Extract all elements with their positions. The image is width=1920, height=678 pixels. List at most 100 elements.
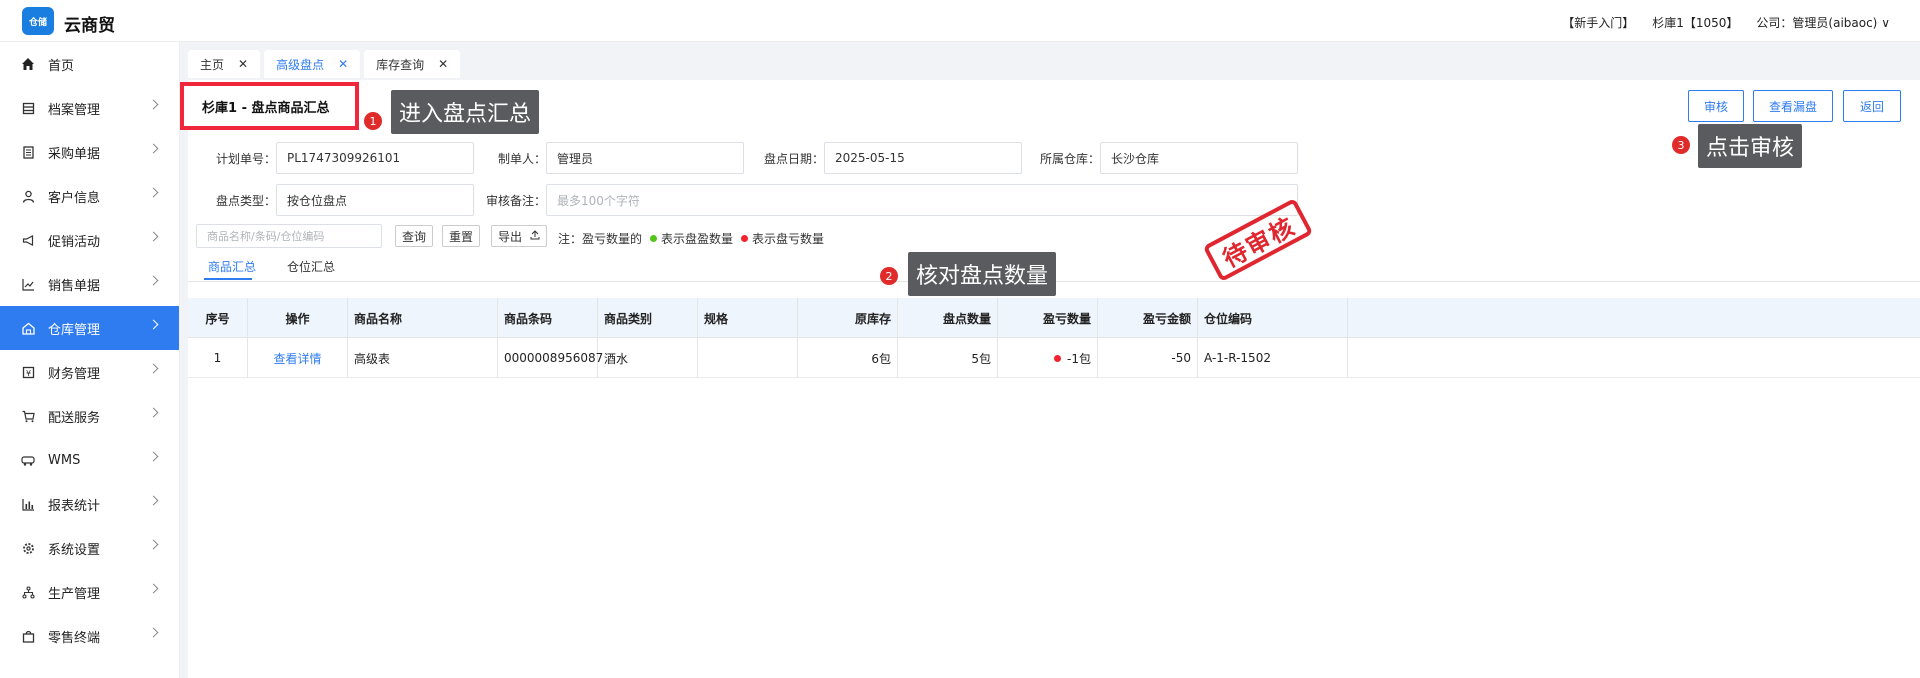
col-header-index: 序号: [188, 298, 248, 338]
warehouse-icon: [20, 320, 36, 336]
sidebar-item-label: 销售单据: [48, 278, 101, 294]
annotation-callout-1: 进入盘点汇总: [391, 90, 540, 134]
sidebar-item-label: 客户信息: [48, 190, 101, 206]
gear-icon: [20, 540, 36, 556]
table-header: 序号 操作 商品名称 商品条码 商品类别 规格 原库存 盘点数量 盈亏数量 盈亏…: [188, 298, 1920, 338]
document-icon: [20, 144, 36, 160]
user-icon: [20, 188, 36, 204]
tab-label: 库存查询: [376, 57, 425, 72]
sidebar-item-promotions[interactable]: 促销活动: [0, 218, 179, 262]
chevron-right-icon: [148, 451, 159, 462]
cell-index: 1: [188, 338, 248, 378]
sidebar-item-purchase[interactable]: 采购单据: [0, 130, 179, 174]
sidebar-item-finance[interactable]: ¥ 财务管理: [0, 350, 179, 394]
type-label: 盘点类型：: [215, 194, 276, 208]
sidebar-item-wms[interactable]: WMS: [0, 438, 179, 482]
flow-icon: [20, 584, 36, 600]
sidebar-item-delivery[interactable]: 配送服务: [0, 394, 179, 438]
cell-counted-qty: 5包: [898, 338, 998, 378]
close-icon[interactable]: ✕: [338, 57, 348, 71]
chevron-right-icon: [148, 407, 159, 418]
col-header-location: 仓位编码: [1198, 298, 1348, 338]
sidebar-item-label: 采购单据: [48, 146, 101, 162]
sidebar-item-sales[interactable]: 销售单据: [0, 262, 179, 306]
table-row: 1 查看详情 高级表 0000008956087 酒水 6包 5包 -1包 -5…: [188, 338, 1920, 378]
remark-field[interactable]: 最多100个字符: [546, 184, 1298, 216]
sidebar-item-settings[interactable]: 系统设置: [0, 526, 179, 570]
cell-diff-amount: -50: [1098, 338, 1198, 378]
col-header-original-stock: 原库存: [798, 298, 898, 338]
svg-text:¥: ¥: [25, 369, 30, 378]
page-title-text: 杉庫1 - 盘点商品汇总: [202, 100, 330, 116]
tab-home[interactable]: 主页 ✕: [188, 50, 261, 78]
sidebar-item-archive[interactable]: 档案管理: [0, 86, 179, 130]
sidebar-item-label: 生产管理: [48, 586, 101, 602]
export-button[interactable]: 导出: [491, 225, 548, 247]
app-logo[interactable]: 仓储: [22, 7, 54, 35]
chevron-right-icon: [148, 143, 159, 154]
col-header-name: 商品名称: [348, 298, 498, 338]
sidebar-item-production[interactable]: 生产管理: [0, 570, 179, 614]
col-header-spec: 规格: [698, 298, 798, 338]
bar-chart-icon: [20, 496, 36, 512]
type-field[interactable]: 按仓位盘点: [276, 184, 474, 216]
megaphone-icon: [20, 232, 36, 248]
legend: 注：盈亏数量的 表示盘盈数量 表示盘亏数量: [558, 230, 824, 247]
chevron-right-icon: [148, 627, 159, 638]
audit-button[interactable]: 审核: [1688, 90, 1744, 122]
chevron-right-icon: [148, 275, 159, 286]
sidebar-item-customers[interactable]: 客户信息: [0, 174, 179, 218]
surplus-dot-icon: [650, 235, 658, 242]
step-badge-3: 3: [1672, 136, 1690, 154]
search-input[interactable]: 商品名称/条码/仓位编码: [196, 224, 382, 248]
finance-icon: ¥: [20, 364, 36, 380]
beginner-guide-link[interactable]: 【新手入门】: [1562, 14, 1634, 31]
page-title: 杉庫1 - 盘点商品汇总: [180, 82, 359, 130]
truck-icon: [20, 452, 36, 468]
active-subtab-indicator: [204, 278, 252, 280]
view-detail-link[interactable]: 查看详情: [248, 338, 348, 378]
legend-loss: 表示盘亏数量: [752, 232, 825, 246]
cell-diff-qty: -1包: [998, 338, 1098, 378]
store-selector[interactable]: 杉庫1【1050】: [1652, 14, 1738, 31]
logo-text: 仓储: [28, 17, 47, 28]
col-header-diff-qty: 盈亏数量: [998, 298, 1098, 338]
sidebar-item-warehouse[interactable]: 仓库管理: [0, 306, 179, 350]
annotation-callout-2: 核对盘点数量: [908, 252, 1057, 296]
creator-field[interactable]: 管理员: [546, 142, 744, 174]
sidebar-item-label: 财务管理: [48, 366, 101, 382]
upload-icon: [530, 229, 540, 243]
view-missing-button[interactable]: 查看漏盘: [1753, 90, 1833, 122]
date-field[interactable]: 2025-05-15: [824, 142, 1022, 174]
sidebar-item-label: WMS: [48, 452, 81, 468]
sidebar-item-home[interactable]: 首页: [0, 42, 179, 86]
close-icon[interactable]: ✕: [238, 57, 248, 71]
top-bar: 仓储 云商贸 【新手入门】 杉庫1【1050】 公司：管理员(aibaoc) ∨: [0, 0, 1920, 42]
loss-dot-icon: [741, 235, 749, 242]
subtab-product-summary[interactable]: 商品汇总: [208, 258, 256, 275]
cell-location: A-1-R-1502: [1198, 338, 1348, 378]
tab-advanced-inventory[interactable]: 高级盘点 ✕: [264, 50, 361, 78]
sidebar-item-reports[interactable]: 报表统计: [0, 482, 179, 526]
chevron-right-icon: [148, 583, 159, 594]
sidebar-item-retail[interactable]: 零售终端: [0, 614, 179, 658]
app-name: 云商贸: [64, 16, 115, 36]
col-header-counted-qty: 盘点数量: [898, 298, 998, 338]
chart-line-icon: [20, 276, 36, 292]
cell-barcode: 0000008956087: [498, 338, 603, 378]
cell-spec: [698, 338, 798, 378]
export-label: 导出: [498, 229, 523, 244]
warehouse-field[interactable]: 长沙仓库: [1100, 142, 1298, 174]
chevron-right-icon: [148, 187, 159, 198]
sidebar-item-label: 配送服务: [48, 410, 101, 426]
query-button[interactable]: 查询: [395, 225, 434, 247]
company-user-menu[interactable]: 公司：管理员(aibaoc) ∨: [1756, 14, 1890, 31]
back-button[interactable]: 返回: [1843, 90, 1901, 122]
tab-stock-query[interactable]: 库存查询 ✕: [364, 50, 461, 78]
close-icon[interactable]: ✕: [438, 57, 448, 71]
reset-button[interactable]: 重置: [442, 225, 481, 247]
plan-no-field[interactable]: PL1747309926101: [276, 142, 474, 174]
subtab-location-summary[interactable]: 仓位汇总: [287, 258, 335, 275]
cell-original-stock: 6包: [798, 338, 898, 378]
date-label: 盘点日期：: [763, 152, 824, 166]
